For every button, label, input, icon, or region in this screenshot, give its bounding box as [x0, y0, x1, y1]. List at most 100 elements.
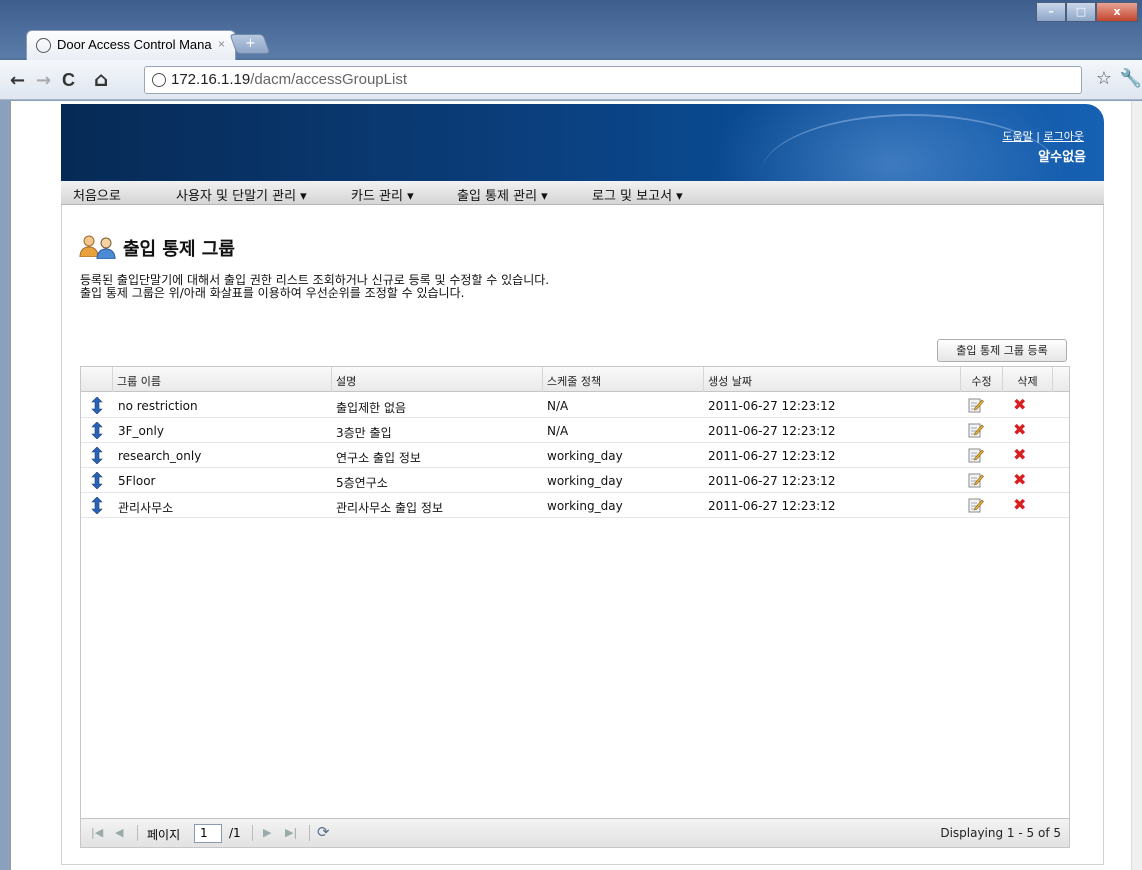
users-group-icon — [79, 235, 119, 259]
delete-icon[interactable]: ✖ — [1013, 421, 1026, 438]
home-button[interactable]: ⌂ — [94, 67, 108, 91]
description-cell: 연구소 출입 정보 — [336, 451, 421, 465]
created-date-cell: 2011-06-27 12:23:12 — [708, 449, 836, 463]
pager-separator — [252, 825, 253, 841]
total-pages: /1 — [229, 826, 241, 840]
main-menu: 처음으로 사용자 및 단말기 관리 ▾ 카드 관리 ▾ 출입 통제 관리 ▾ 로… — [61, 181, 1104, 205]
description-cell: 5층연구소 — [336, 476, 388, 490]
pagination-toolbar: |◀ ◀ 페이지 1 /1 ▶ ▶| ⟳ Displaying 1 - 5 of… — [81, 818, 1069, 847]
first-page-icon[interactable]: |◀ — [91, 826, 103, 839]
delete-icon[interactable]: ✖ — [1013, 471, 1026, 488]
page-number-input[interactable]: 1 — [194, 824, 222, 843]
browser-toolbar: ← → C ⌂ 172.16.1.19/dacm/accessGroupList… — [0, 60, 1142, 100]
header-description[interactable]: 설명 — [332, 367, 543, 392]
table-row[interactable]: 3F_only 3층만 출입 N/A 2011-06-27 12:23:12 ✖ — [81, 418, 1069, 443]
pager-separator — [137, 825, 138, 841]
created-date-cell: 2011-06-27 12:23:12 — [708, 474, 836, 488]
reorder-arrow-icon[interactable] — [91, 446, 103, 465]
link-divider: | — [1036, 130, 1041, 143]
delete-icon[interactable]: ✖ — [1013, 396, 1026, 413]
display-count: Displaying 1 - 5 of 5 — [940, 826, 1061, 840]
header-schedule-policy[interactable]: 스케줄 정책 — [543, 367, 704, 392]
description-cell: 출입제한 없음 — [336, 401, 407, 415]
table-row[interactable]: 관리사무소 관리사무소 출입 정보 working_day 2011-06-27 12… — [81, 493, 1069, 518]
url-host: 172.16.1.19 — [171, 71, 251, 88]
refresh-icon[interactable]: ⟳ — [317, 823, 330, 841]
prev-page-icon[interactable]: ◀ — [115, 826, 123, 839]
access-group-grid: 그룹 이름 설명 스케줄 정책 생성 날짜 수정 삭제 no restricti… — [80, 366, 1070, 848]
reorder-arrow-icon[interactable] — [91, 421, 103, 440]
menu-access-control[interactable]: 출입 통제 관리 ▾ — [457, 185, 548, 204]
minimize-button[interactable]: – — [1036, 2, 1066, 22]
delete-icon[interactable]: ✖ — [1013, 446, 1026, 463]
url-path: /dacm/accessGroupList — [250, 71, 407, 88]
header-order — [81, 367, 113, 392]
tab-close-icon[interactable]: × — [218, 37, 225, 51]
page-label: 페이지 — [147, 828, 181, 842]
new-tab-icon: + — [244, 36, 256, 51]
edit-icon[interactable] — [968, 397, 984, 413]
description-cell: 관리사무소 출입 정보 — [336, 501, 443, 515]
forward-button[interactable]: → — [36, 70, 51, 91]
reload-button[interactable]: C — [62, 70, 75, 91]
reorder-arrow-icon[interactable] — [91, 396, 103, 415]
reorder-arrow-icon[interactable] — [91, 471, 103, 490]
back-button[interactable]: ← — [10, 70, 25, 91]
edit-icon[interactable] — [968, 422, 984, 438]
page-title: 출입 통제 그룹 — [123, 239, 235, 260]
window-controls: – □ x — [1036, 2, 1138, 24]
created-date-cell: 2011-06-27 12:23:12 — [708, 499, 836, 513]
header-links: 도움말 | 로그아웃 — [1002, 128, 1084, 144]
address-bar[interactable]: 172.16.1.19/dacm/accessGroupList — [144, 66, 1082, 94]
description-line-2: 출입 통제 그룹은 위/아래 화살표를 이용하여 우선순위를 조정할 수 있습니… — [80, 286, 465, 300]
user-name: 알수없음 — [1038, 150, 1086, 165]
menu-user-terminal[interactable]: 사용자 및 단말기 관리 ▾ — [176, 185, 307, 204]
created-date-cell: 2011-06-27 12:23:12 — [708, 424, 836, 438]
table-row[interactable]: 5Floor 5층연구소 working_day 2011-06-27 12:23:1… — [81, 468, 1069, 493]
page-globe-icon — [36, 38, 51, 53]
table-row[interactable]: research_only 연구소 출입 정보 working_day 2011-06… — [81, 443, 1069, 468]
schedule-policy-cell: working_day — [547, 449, 623, 463]
tab-title: Door Access Control Mana — [57, 37, 212, 52]
edit-icon[interactable] — [968, 497, 984, 513]
site-banner: 도움말 | 로그아웃 알수없음 — [61, 104, 1104, 181]
register-group-button[interactable]: 출입 통제 그룹 등록 — [937, 339, 1067, 362]
edit-icon[interactable] — [968, 447, 984, 463]
next-page-icon[interactable]: ▶ — [263, 826, 271, 839]
maximize-button[interactable]: □ — [1066, 2, 1096, 22]
table-row[interactable]: no restriction 출입제한 없음 N/A 2011-06-27 12:23… — [81, 393, 1069, 418]
menu-logs-reports[interactable]: 로그 및 보고서 ▾ — [592, 185, 683, 204]
bookmark-star-icon[interactable]: ☆ — [1096, 68, 1112, 89]
group-name-cell: 관리사무소 — [118, 501, 174, 515]
description-cell: 3층만 출입 — [336, 426, 392, 440]
help-link[interactable]: 도움말 — [1002, 130, 1032, 143]
page-description: 등록된 출입단말기에 대해서 출입 권한 리스트 조회하거나 신규로 등록 및 … — [80, 274, 549, 300]
edit-icon[interactable] — [968, 472, 984, 488]
header-group-name[interactable]: 그룹 이름 — [113, 367, 332, 392]
menu-card[interactable]: 카드 관리 ▾ — [351, 185, 414, 204]
delete-icon[interactable]: ✖ — [1013, 496, 1026, 513]
vertical-scrollbar[interactable] — [1131, 101, 1142, 870]
header-edit[interactable]: 수정 — [961, 367, 1003, 392]
header-created-date[interactable]: 생성 날짜 — [704, 367, 961, 392]
grid-header: 그룹 이름 설명 스케줄 정책 생성 날짜 수정 삭제 — [81, 367, 1069, 392]
window-close-button[interactable]: x — [1096, 2, 1138, 22]
schedule-policy-cell: working_day — [547, 499, 623, 513]
logout-link[interactable]: 로그아웃 — [1044, 130, 1084, 143]
wrench-menu-icon[interactable]: 🔧 — [1120, 68, 1142, 89]
new-tab-button[interactable]: + — [229, 34, 271, 54]
group-name-cell: 5Floor — [118, 474, 156, 488]
reorder-arrow-icon[interactable] — [91, 496, 103, 515]
pager-separator — [309, 825, 310, 841]
group-name-cell: 3F_only — [118, 424, 164, 438]
site-info-icon[interactable] — [152, 73, 166, 87]
browser-tab[interactable]: Door Access Control Mana × — [26, 30, 236, 60]
group-name-cell: no restriction — [118, 399, 198, 413]
group-name-cell: research_only — [118, 449, 202, 463]
schedule-policy-cell: working_day — [547, 474, 623, 488]
schedule-policy-cell: N/A — [547, 399, 569, 413]
last-page-icon[interactable]: ▶| — [285, 826, 297, 839]
schedule-policy-cell: N/A — [547, 424, 569, 438]
menu-home[interactable]: 처음으로 — [73, 185, 121, 204]
header-delete[interactable]: 삭제 — [1003, 367, 1053, 392]
